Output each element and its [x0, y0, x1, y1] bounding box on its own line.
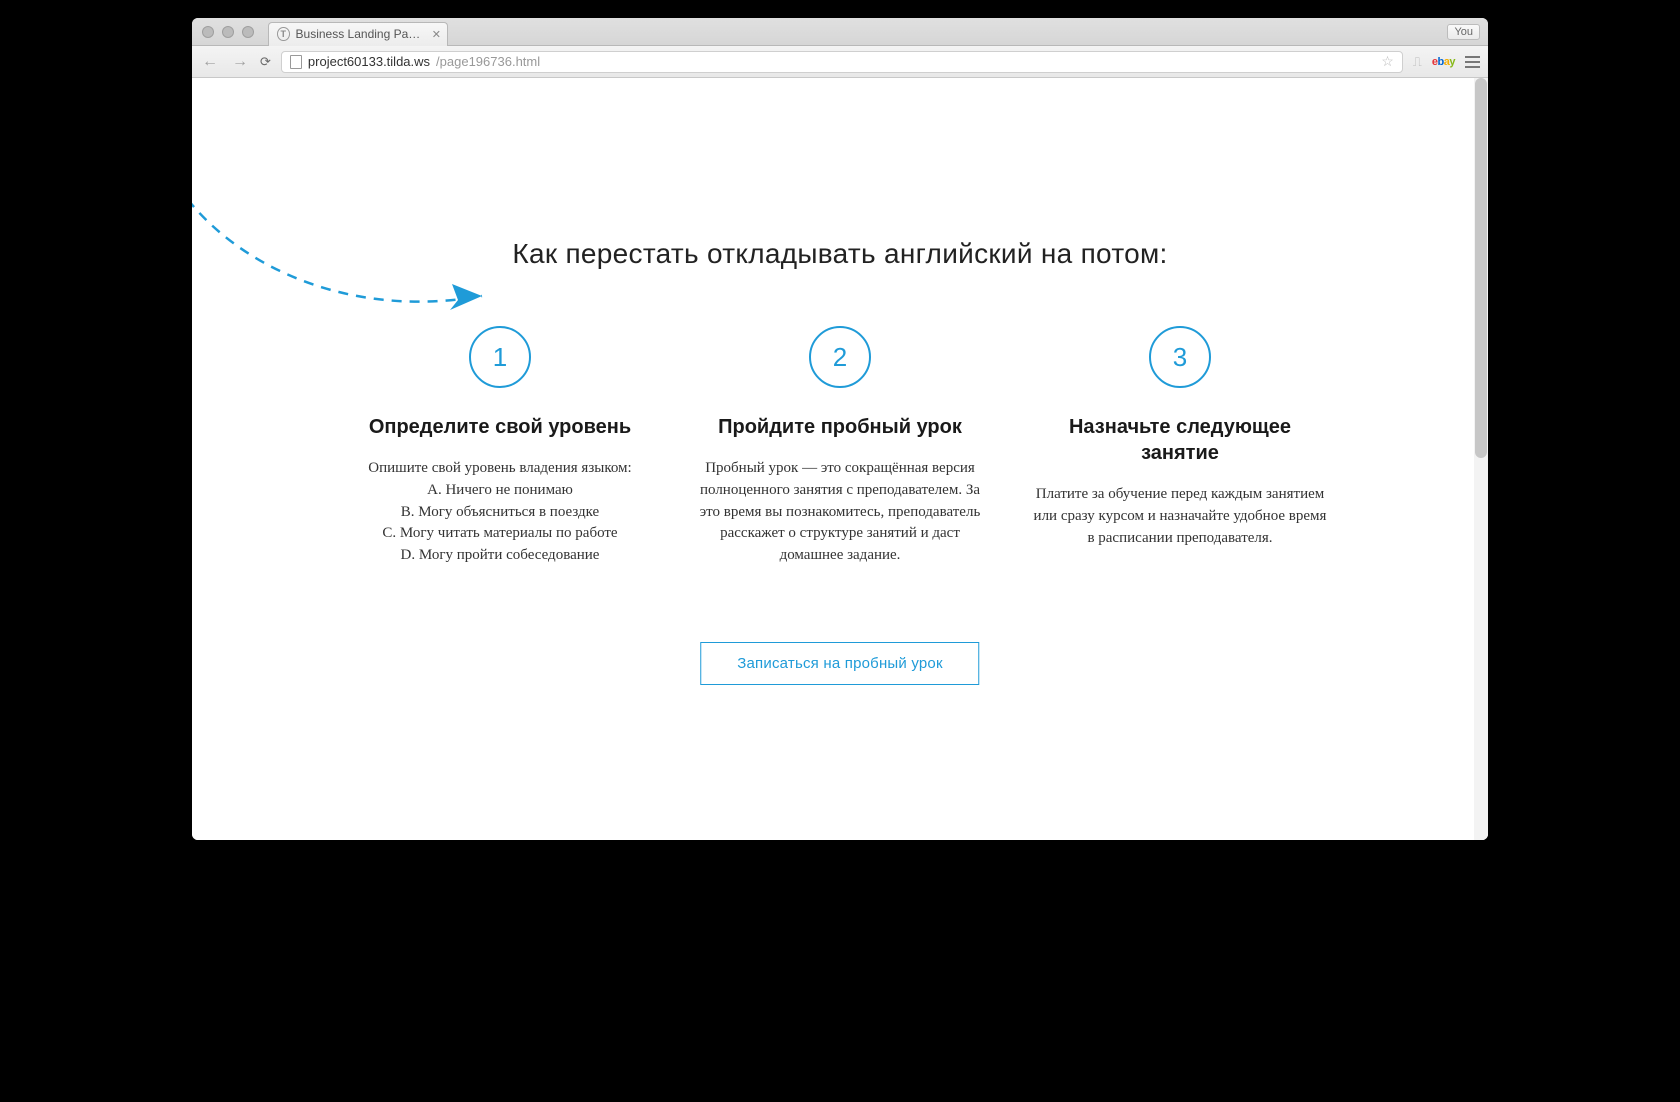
window-controls	[202, 26, 254, 38]
browser-toolbar: ← → ⟳ project60133.tilda.ws/page196736.h…	[192, 46, 1488, 78]
signup-button[interactable]: Записаться на пробный урок	[700, 642, 979, 685]
browser-tab[interactable]: T Business Landing Page: En ✕	[268, 22, 448, 46]
back-button[interactable]: ←	[200, 53, 220, 71]
close-window-button[interactable]	[202, 26, 214, 38]
url-path: /page196736.html	[436, 54, 540, 69]
url-host: project60133.tilda.ws	[308, 54, 430, 69]
tab-bar: T Business Landing Page: En ✕ You	[192, 18, 1488, 46]
step-title: Пройдите пробный урок	[690, 414, 990, 440]
step-number-circle: 2	[809, 326, 871, 388]
step-description: Опишите свой уровень владения языком: A.…	[350, 458, 650, 567]
step-title: Определите свой уровень	[350, 414, 650, 440]
ebay-extension-icon[interactable]: ebay	[1432, 56, 1455, 68]
page-icon	[290, 55, 302, 69]
favicon-icon: T	[277, 27, 290, 41]
step-number-circle: 3	[1149, 326, 1211, 388]
maximize-window-button[interactable]	[242, 26, 254, 38]
address-bar[interactable]: project60133.tilda.ws/page196736.html ☆	[281, 51, 1403, 73]
step-description: Платите за обучение перед каждым занятие…	[1030, 484, 1330, 549]
extension-icon[interactable]: ⎍	[1413, 54, 1422, 70]
step-2: 2 Пройдите пробный урок Пробный урок — э…	[690, 326, 990, 567]
hamburger-menu-icon[interactable]	[1465, 56, 1480, 68]
forward-button[interactable]: →	[230, 53, 250, 71]
reload-button[interactable]: ⟳	[260, 54, 271, 70]
bookmark-icon[interactable]: ☆	[1381, 53, 1394, 70]
step-title: Назначьте следующее занятие	[1030, 414, 1330, 466]
page-content: Как перестать откладывать английский на …	[192, 78, 1488, 840]
minimize-window-button[interactable]	[222, 26, 234, 38]
scrollbar-track[interactable]	[1474, 78, 1488, 840]
page-heading: Как перестать откладывать английский на …	[192, 238, 1488, 270]
step-1: 1 Определите свой уровень Опишите свой у…	[350, 326, 650, 567]
profile-badge[interactable]: You	[1447, 24, 1480, 40]
browser-window: T Business Landing Page: En ✕ You ← → ⟳ …	[192, 18, 1488, 840]
extension-icons: ⎍ ebay	[1413, 54, 1480, 70]
step-3: 3 Назначьте следующее занятие Платите за…	[1030, 326, 1330, 567]
steps-row: 1 Определите свой уровень Опишите свой у…	[350, 326, 1330, 567]
step-description: Пробный урок — это сокращённая версия по…	[690, 458, 990, 567]
step-number-circle: 1	[469, 326, 531, 388]
close-tab-icon[interactable]: ✕	[432, 28, 441, 41]
tab-title: Business Landing Page: En	[296, 27, 425, 41]
